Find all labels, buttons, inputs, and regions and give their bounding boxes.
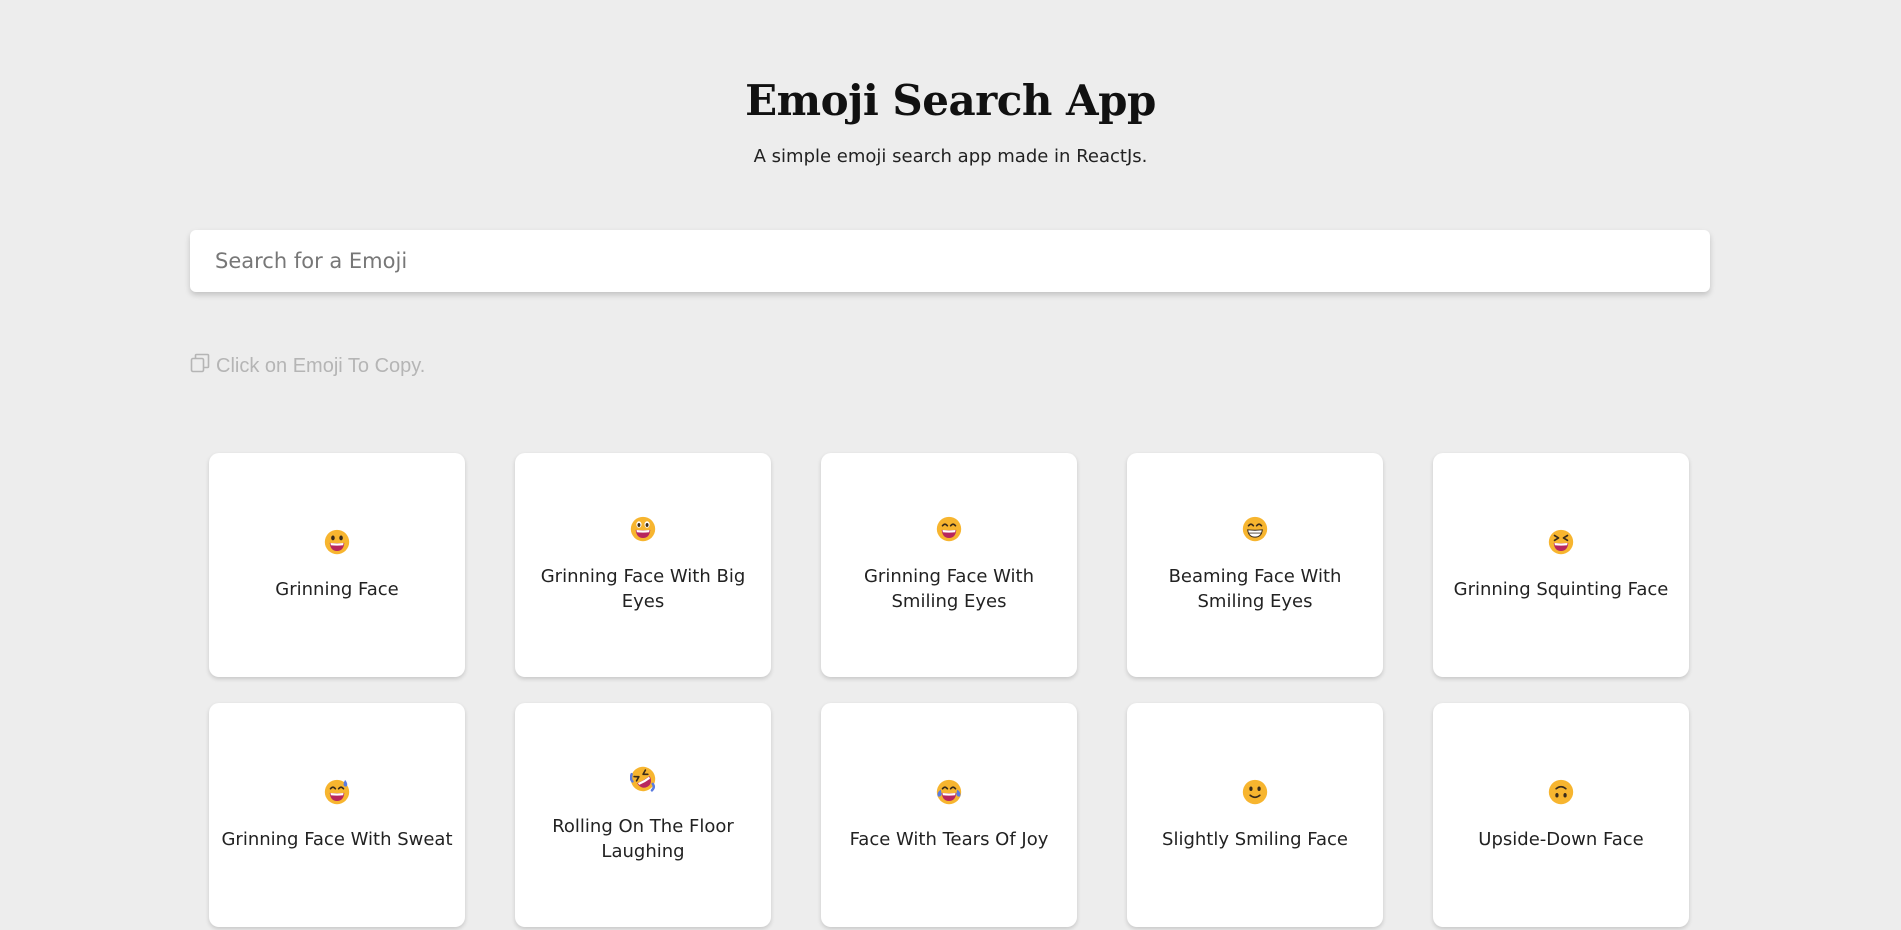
grinning-face-sweat-icon [324, 779, 350, 804]
grinning-face-icon [324, 529, 350, 554]
copy-hint-text: Click on Emoji To Copy. [216, 354, 426, 377]
grinning-face-big-eyes-icon [630, 516, 656, 542]
emoji-card-name: Beaming Face With Smiling Eyes [1168, 566, 1342, 612]
emoji-card[interactable]: Grinning Face [209, 453, 465, 677]
tears-of-joy-icon [936, 779, 962, 804]
emoji-card-name: Rolling On The Floor Laughing [552, 816, 734, 862]
upside-down-face-icon [1548, 779, 1574, 804]
emoji-card[interactable]: Beaming Face With Smiling Eyes [1127, 453, 1383, 677]
copy-icon [190, 353, 216, 379]
emoji-card[interactable]: Grinning Face With Smiling Eyes [821, 453, 1077, 677]
emoji-card[interactable]: Slightly Smiling Face [1127, 703, 1383, 927]
page-subtitle: A simple emoji search app made in ReactJ… [753, 146, 1148, 167]
page-title: Emoji Search App [745, 76, 1156, 125]
emoji-card[interactable]: Grinning Face With Big Eyes [515, 453, 771, 677]
emoji-card[interactable]: Grinning Squinting Face [1433, 453, 1689, 677]
emoji-card-name: Grinning Face With Sweat [221, 828, 453, 850]
emoji-card[interactable]: Rolling On The Floor Laughing [515, 703, 771, 927]
emoji-card-name: Slightly Smiling Face [1162, 828, 1348, 850]
emoji-card-name: Grinning Face [275, 578, 399, 600]
emoji-card-name: Grinning Face With Big Eyes [540, 566, 746, 612]
slightly-smiling-face-icon [1242, 779, 1268, 804]
grinning-squinting-face-icon [1548, 529, 1574, 554]
search-input[interactable] [190, 230, 1710, 292]
emoji-grid: Grinning Face Grinning Face With Big Eye… [209, 453, 1691, 927]
emoji-card-name: Grinning Face With Smiling Eyes [863, 566, 1034, 612]
search-box [190, 230, 1710, 292]
copy-hint: Click on Emoji To Copy. [190, 353, 426, 379]
grinning-face-smiling-eyes-icon [936, 516, 962, 542]
emoji-card[interactable]: Upside-Down Face [1433, 703, 1689, 927]
emoji-card[interactable]: Grinning Face With Sweat [209, 703, 465, 927]
beaming-face-icon [1242, 516, 1268, 542]
emoji-card-name: Face With Tears Of Joy [849, 828, 1049, 850]
emoji-card[interactable]: Face With Tears Of Joy [821, 703, 1077, 927]
rolling-laughing-icon [630, 766, 656, 792]
emoji-card-name: Grinning Squinting Face [1453, 578, 1669, 600]
emoji-card-name: Upside-Down Face [1478, 828, 1644, 850]
